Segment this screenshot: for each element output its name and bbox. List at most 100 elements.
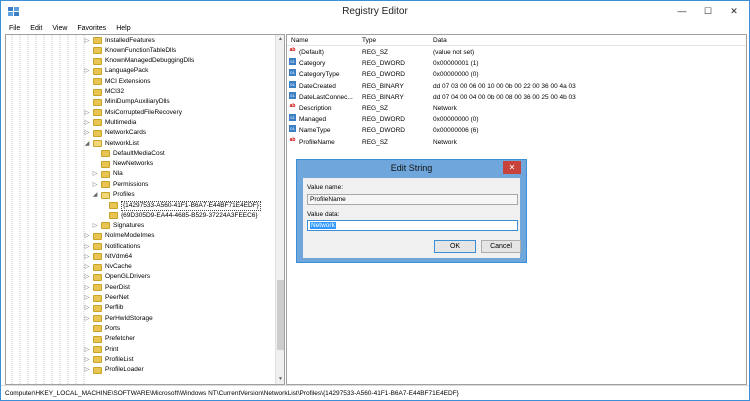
- tree-item-label: NvCache: [105, 263, 132, 271]
- ok-button[interactable]: OK: [434, 240, 476, 253]
- minimize-button[interactable]: —: [669, 1, 695, 21]
- folder-icon: [93, 119, 102, 127]
- value-data: Network: [433, 105, 457, 112]
- value-row[interactable]: 01 Category REG_DWORD 0x00000001 (1): [287, 58, 746, 69]
- tree-item-label: LanguagePack: [105, 67, 149, 75]
- value-data: 0x00000000 (0): [433, 71, 479, 79]
- expand-arrow-icon[interactable]: ▷: [83, 314, 91, 324]
- tree-item-label: MCI32: [105, 88, 125, 95]
- cancel-button[interactable]: Cancel: [481, 240, 521, 253]
- expand-arrow-icon[interactable]: ▷: [83, 365, 91, 375]
- folder-icon: [109, 212, 118, 220]
- folder-icon: [93, 67, 102, 75]
- expand-arrow-icon[interactable]: ▷: [83, 242, 91, 252]
- folder-icon: [93, 57, 102, 65]
- collapse-arrow-icon[interactable]: ◢: [83, 139, 91, 149]
- value-name: (Default): [299, 49, 324, 56]
- folder-icon: [93, 304, 102, 312]
- expand-arrow-icon[interactable]: ▷: [91, 221, 99, 231]
- tree-item-label: NoImeModeImes: [105, 232, 155, 240]
- dialog-title: Edit String: [390, 163, 433, 173]
- tree-item-label: MsiCorruptedFileRecovery: [105, 108, 182, 116]
- column-name-header[interactable]: Name: [291, 37, 308, 44]
- scroll-down-icon[interactable]: ▼: [276, 375, 284, 384]
- expand-arrow-icon[interactable]: ▷: [83, 108, 91, 118]
- value-row[interactable]: ab Description REG_SZ Network: [287, 103, 746, 114]
- folder-icon: [101, 181, 110, 189]
- tree-item-label: NewNetworks: [113, 160, 154, 168]
- value-row[interactable]: 01 NameType REG_DWORD 0x00000006 (6): [287, 125, 746, 136]
- expand-arrow-icon[interactable]: ▷: [83, 303, 91, 313]
- expand-arrow-icon[interactable]: ▷: [83, 345, 91, 355]
- column-type-header[interactable]: Type: [362, 37, 376, 44]
- tree-vertical-scrollbar[interactable]: ▲ ▼: [275, 35, 284, 384]
- tree-item-label: MCI Extensions: [105, 77, 151, 85]
- expand-arrow-icon[interactable]: ▷: [83, 293, 91, 303]
- value-type: REG_DWORD: [362, 71, 405, 79]
- string-value-icon: ab: [289, 47, 296, 53]
- registry-key-tree[interactable]: ▷ InstalledFeatures KnownFunctionTableDlls…: [5, 34, 285, 385]
- column-data-header[interactable]: Data: [433, 37, 447, 44]
- expand-arrow-icon[interactable]: ▷: [83, 231, 91, 241]
- title-bar[interactable]: Registry Editor — ☐ ✕: [1, 1, 749, 23]
- value-type: REG_SZ: [362, 49, 389, 56]
- edit-string-dialog: Edit String ✕ Value name: ProfileName Va…: [296, 159, 527, 263]
- folder-icon: [93, 243, 102, 250]
- value-name: Category: [299, 60, 326, 68]
- expand-arrow-icon[interactable]: ▷: [83, 36, 91, 46]
- expand-arrow-icon[interactable]: ▷: [91, 180, 99, 190]
- folder-open-icon: [93, 140, 102, 147]
- tree-item-label: Notifications: [105, 242, 141, 250]
- value-row[interactable]: 01 DateCreated REG_BINARY dd 07 03 00 06 00…: [287, 80, 746, 92]
- value-row[interactable]: 01 DateLastConnec... REG_BINARY dd 07 04 00…: [287, 91, 746, 103]
- expand-arrow-icon[interactable]: ▷: [83, 262, 91, 272]
- tree-item-label: NetworkCards: [105, 129, 147, 137]
- folder-icon: [93, 109, 102, 117]
- value-name-label: Value name:: [307, 184, 344, 191]
- dialog-close-button[interactable]: ✕: [503, 161, 521, 174]
- expand-arrow-icon[interactable]: ▷: [83, 283, 91, 293]
- string-value-icon: ab: [289, 103, 296, 109]
- status-bar-path: Computer\HKEY_LOCAL_MACHINE\SOFTWARE\Mic…: [1, 385, 749, 400]
- folder-icon: [93, 129, 102, 137]
- collapse-arrow-icon[interactable]: ◢: [91, 190, 99, 200]
- tree-item-label: ProfileLoader: [105, 366, 144, 374]
- expand-arrow-icon[interactable]: ▷: [83, 66, 91, 76]
- folder-icon: [93, 315, 102, 323]
- folder-icon: [109, 201, 118, 209]
- tree-item-label: Signatures: [113, 221, 145, 229]
- value-row[interactable]: 01 Managed REG_DWORD 0x00000000 (0): [287, 114, 746, 125]
- folder-icon: [93, 98, 102, 106]
- value-data: 0x00000000 (0): [433, 116, 479, 124]
- close-button[interactable]: ✕: [721, 1, 747, 21]
- expand-arrow-icon[interactable]: ▷: [83, 355, 91, 365]
- value-row[interactable]: ab (Default) REG_SZ (value not set): [287, 47, 746, 58]
- value-type: REG_SZ: [362, 138, 389, 146]
- value-name: Description: [299, 105, 332, 112]
- value-row[interactable]: 01 CategoryType REG_DWORD 0x00000000 (0): [287, 69, 746, 80]
- expand-arrow-icon[interactable]: ▷: [83, 272, 91, 282]
- expand-arrow-icon[interactable]: ▷: [83, 118, 91, 128]
- dialog-body: Value name: ProfileName Value data: Netw…: [303, 178, 521, 258]
- value-type: REG_BINARY: [362, 82, 404, 90]
- folder-icon: [93, 346, 102, 353]
- tree-item-label: MiniDumpAuxiliaryDlls: [105, 98, 170, 106]
- maximize-button[interactable]: ☐: [695, 1, 721, 21]
- folder-icon: [93, 366, 102, 374]
- scrollbar-thumb[interactable]: [277, 280, 284, 350]
- folder-icon: [93, 47, 102, 55]
- value-type: REG_DWORD: [362, 127, 405, 135]
- folder-icon: [93, 273, 102, 281]
- expand-arrow-icon[interactable]: ▷: [83, 128, 91, 138]
- binary-value-icon: 01: [289, 125, 296, 133]
- expand-arrow-icon[interactable]: ▷: [91, 169, 99, 179]
- folder-icon: [93, 88, 102, 96]
- tree-item-label: Print: [105, 345, 119, 353]
- expand-arrow-icon[interactable]: ▷: [83, 252, 91, 262]
- scroll-up-icon[interactable]: ▲: [276, 35, 284, 44]
- tree-item-label: Ports: [105, 324, 121, 332]
- value-data-field[interactable]: Network: [307, 220, 518, 231]
- binary-value-icon: 01: [289, 58, 296, 66]
- value-name: NameType: [299, 127, 331, 135]
- value-row[interactable]: ab ProfileName REG_SZ Network: [287, 137, 746, 148]
